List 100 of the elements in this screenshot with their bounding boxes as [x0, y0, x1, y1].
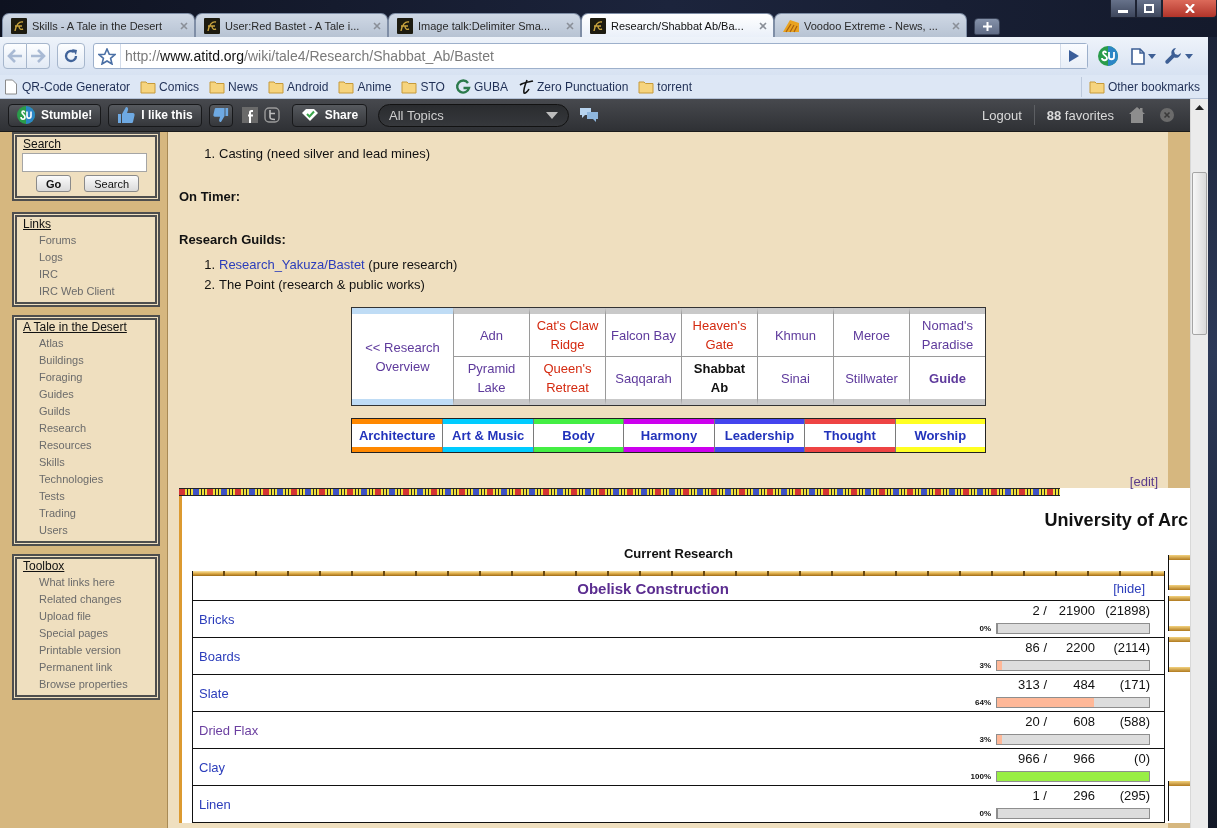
close-window-button[interactable] [1162, 0, 1217, 18]
close-icon[interactable] [759, 21, 767, 30]
scrollbar[interactable] [1190, 99, 1208, 828]
favorites-count[interactable]: 88 favorites [1046, 107, 1114, 123]
sidebar-link[interactable]: IRC [23, 266, 151, 283]
sidebar-link[interactable]: What links here [23, 574, 151, 591]
region-link[interactable]: Nomad's Paradise [909, 308, 985, 356]
browser-tab[interactable]: Research/Shabbat Ab/Ba... [581, 13, 774, 37]
home-icon[interactable] [1128, 106, 1146, 124]
resource-link[interactable]: Dried Flax [199, 722, 259, 738]
minimize-button[interactable] [1110, 0, 1136, 18]
new-tab-button[interactable] [974, 18, 1000, 35]
region-link[interactable]: Adn [453, 308, 529, 356]
f-logo-icon[interactable] [241, 107, 258, 123]
resource-link[interactable]: Linen [199, 796, 231, 812]
region-link[interactable]: Meroe [833, 308, 909, 356]
browser-tab[interactable]: Skills - A Tale in the Desert [2, 13, 195, 37]
guild-link[interactable]: Research_Yakuza/Bastet [219, 257, 365, 272]
bookmark-item[interactable]: News [209, 76, 259, 97]
t-logo-icon[interactable] [263, 107, 280, 123]
panel-heading[interactable]: A Tale in the Desert [23, 320, 151, 335]
sidebar-link[interactable]: Resources [23, 437, 151, 454]
bookmark-item[interactable]: Other bookmarks [1080, 76, 1208, 97]
sidebar-link[interactable]: Related changes [23, 591, 151, 608]
sidebar-link[interactable]: Buildings [23, 352, 151, 369]
like-button[interactable]: I like this [108, 103, 202, 127]
speech-bubbles-icon[interactable] [579, 107, 600, 123]
topics-dropdown[interactable]: All Topics [378, 103, 570, 127]
sidebar-link[interactable]: Trading [23, 505, 151, 522]
address-url[interactable]: http://www.atitd.org/wiki/tale4/Research/Shabbat_Ab/Bastet [125, 48, 494, 64]
region-link[interactable]: Saqqarah [605, 356, 681, 405]
maximize-button[interactable] [1136, 0, 1162, 18]
bookmark-item[interactable]: torrent [638, 76, 692, 97]
browser-tab[interactable]: Voodoo Extreme - News, ... [774, 13, 967, 37]
caret-up-icon [1195, 105, 1204, 110]
resource-link[interactable]: Clay [199, 759, 225, 775]
bookmark-item[interactable]: Anime [338, 76, 392, 97]
sidebar-link[interactable]: Upload file [23, 608, 151, 625]
reload-button[interactable] [57, 43, 85, 69]
sidebar-link[interactable]: Special pages [23, 625, 151, 642]
sidebar-link[interactable]: Guilds [23, 403, 151, 420]
category-link[interactable]: Body [533, 424, 624, 447]
sidebar-link[interactable]: Tests [23, 488, 151, 505]
share-button[interactable]: Share [291, 103, 368, 127]
sidebar-link[interactable]: Logs [23, 249, 151, 266]
sidebar-link[interactable]: Permanent link [23, 659, 151, 676]
panel-heading[interactable]: Toolbox [23, 559, 151, 574]
sidebar-link[interactable]: Research [23, 420, 151, 437]
resource-link[interactable]: Bricks [199, 611, 235, 627]
sidebar-link[interactable]: IRC Web Client [23, 283, 151, 300]
bookmark-item[interactable]: STO [401, 76, 445, 97]
bookmark-item[interactable]: Android [268, 76, 329, 97]
go-button[interactable] [1060, 44, 1087, 68]
region-link[interactable]: Queen's Retreat [529, 356, 605, 405]
category-link[interactable]: Worship [895, 424, 985, 447]
bookmark-item[interactable]: GUBA [454, 76, 508, 97]
logout-link[interactable]: Logout [982, 107, 1022, 123]
browser-tab[interactable]: Image talk:Delimiter Sma... [388, 13, 581, 37]
resource-link[interactable]: Slate [199, 685, 229, 701]
address-bar[interactable]: http://www.atitd.org/wiki/tale4/Research/Shabbat_Ab/Bastet [93, 43, 1088, 69]
category-link[interactable]: Thought [805, 424, 895, 447]
panel-heading[interactable]: Links [23, 217, 151, 232]
resource-link[interactable]: Boards [199, 648, 241, 664]
sidebar-link[interactable]: Atlas [23, 335, 151, 352]
sidebar-link[interactable]: Browse properties [23, 676, 151, 693]
bookmark-item[interactable]: Zero Punctuation [517, 76, 629, 97]
percent-label: 100% [969, 771, 991, 782]
category-link[interactable]: Architecture [352, 424, 443, 447]
bookmark-item[interactable]: QR-Code Generator [3, 76, 131, 97]
search-form-button[interactable]: Go [36, 175, 72, 192]
sidebar-link[interactable]: Technologies [23, 471, 151, 488]
edit-link[interactable]: [edit] [1129, 475, 1158, 489]
extension-button[interactable] [1098, 43, 1118, 69]
region-link[interactable]: Stillwater [833, 356, 909, 405]
star-icon[interactable] [98, 47, 116, 65]
bookmark-item[interactable]: Comics [140, 76, 200, 97]
stumble-button[interactable]: Stumble! [8, 103, 102, 127]
region-link[interactable]: << Research Overview [352, 308, 453, 405]
category-link[interactable]: Harmony [624, 424, 714, 447]
sidebar-link[interactable]: Users [23, 522, 151, 539]
sidebar-link[interactable]: Skills [23, 454, 151, 471]
sidebar-link[interactable]: Forums [23, 232, 151, 249]
scrollbar-thumb[interactable] [1192, 172, 1207, 335]
browser-tab[interactable]: User:Red Bastet - A Tale i... [195, 13, 388, 37]
category-link[interactable]: Art & Music [443, 424, 533, 447]
sidebar-link[interactable]: Foraging [23, 369, 151, 386]
search-form-button[interactable]: Search [84, 175, 140, 192]
region-link[interactable]: Guide [909, 356, 985, 405]
hide-link[interactable]: [hide] [1113, 580, 1164, 596]
search-field[interactable] [22, 153, 147, 172]
region-link[interactable]: Khmun [757, 308, 833, 356]
sidebar-link[interactable]: Printable version [23, 642, 151, 659]
category-link[interactable]: Leadership [714, 424, 805, 447]
region-link[interactable]: Sinai [757, 356, 833, 405]
sidebar-link[interactable]: Guides [23, 386, 151, 403]
region-link[interactable]: Pyramid Lake [453, 356, 529, 405]
region-link[interactable]: Heaven's Gate [681, 308, 757, 356]
dislike-button[interactable] [208, 103, 233, 127]
region-link[interactable]: Cat's Claw Ridge [529, 308, 605, 356]
region-link[interactable]: Falcon Bay [605, 308, 681, 356]
